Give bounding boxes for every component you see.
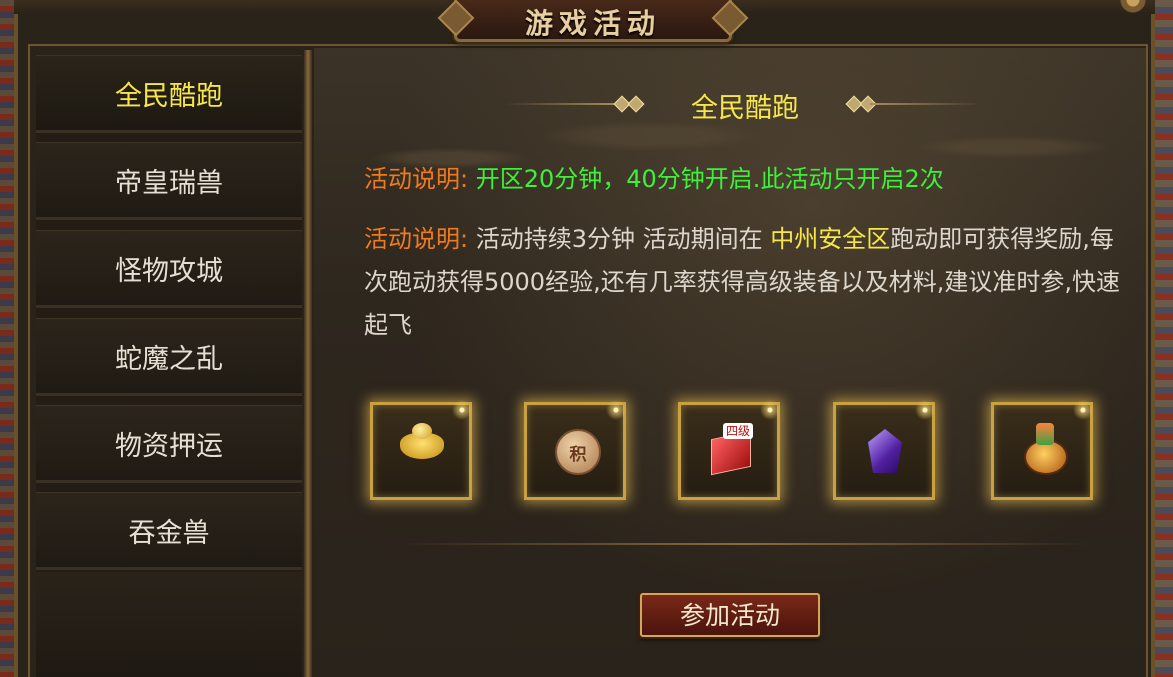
- activity-description: 活动说明: 活动持续3分钟 活动期间在 中州安全区跑动即可获得奖励,每次跑动获得…: [364, 218, 1124, 347]
- purple-gem-icon: [868, 429, 902, 473]
- description-text-a: 活动持续3分钟 活动期间在: [475, 225, 771, 253]
- scene-edge-left: [0, 0, 14, 677]
- level4-badge: 四级: [723, 423, 754, 439]
- heading-deco-line-right: [870, 103, 980, 105]
- sidebar-item-guaiwu-gongcheng[interactable]: 怪物攻城: [36, 230, 302, 308]
- gold-ingot-icon: [400, 423, 444, 459]
- points-coin-icon: 积: [555, 429, 601, 475]
- corner-ornament-icon: [1111, 0, 1155, 16]
- frame-line-top: [28, 44, 1148, 46]
- sidebar-item-tunjinshou[interactable]: 吞金兽: [36, 492, 302, 570]
- sidebar-item-wuzi-yayun[interactable]: 物资押运: [36, 405, 302, 483]
- reward-slot-1[interactable]: [370, 393, 479, 500]
- reward-slot-5[interactable]: [991, 393, 1100, 500]
- frame-line-left: [28, 44, 30, 677]
- activity-detail-panel: [314, 48, 1146, 677]
- reward-slot-3[interactable]: 四级: [678, 393, 787, 500]
- description-label: 活动说明:: [364, 225, 469, 253]
- sidebar-divider: [304, 50, 312, 677]
- activity-heading-row: 全民酷跑: [500, 84, 990, 124]
- reward-slot-2[interactable]: 积: [524, 393, 633, 500]
- description-location: 中州安全区: [770, 225, 891, 253]
- activity-schedule: 活动说明: 开区20分钟，40分钟开启.此活动只开启2次: [364, 158, 944, 201]
- scene-edge-right: [1155, 0, 1173, 677]
- sidebar-empty-area: [36, 572, 302, 677]
- reward-slot-4[interactable]: [833, 393, 942, 500]
- frame-line-right: [1146, 44, 1148, 677]
- window-title: 游戏活动: [524, 7, 661, 40]
- activity-heading: 全民酷跑: [691, 93, 799, 124]
- potion-pot-icon: [1024, 423, 1068, 475]
- rewards-separator: [400, 543, 1090, 545]
- sidebar-item-quanmin-kupao[interactable]: 全民酷跑: [36, 55, 302, 133]
- sidebar-item-dihuang-ruishou[interactable]: 帝皇瑞兽: [36, 142, 302, 220]
- sidebar-item-shemo-zhiluan[interactable]: 蛇魔之乱: [36, 318, 302, 396]
- schedule-label: 活动说明:: [364, 165, 469, 193]
- title-plaque: 游戏活动: [454, 0, 732, 42]
- join-activity-button[interactable]: 参加活动: [640, 593, 820, 637]
- schedule-text: 开区20分钟，40分钟开启.此活动只开启2次: [475, 165, 944, 193]
